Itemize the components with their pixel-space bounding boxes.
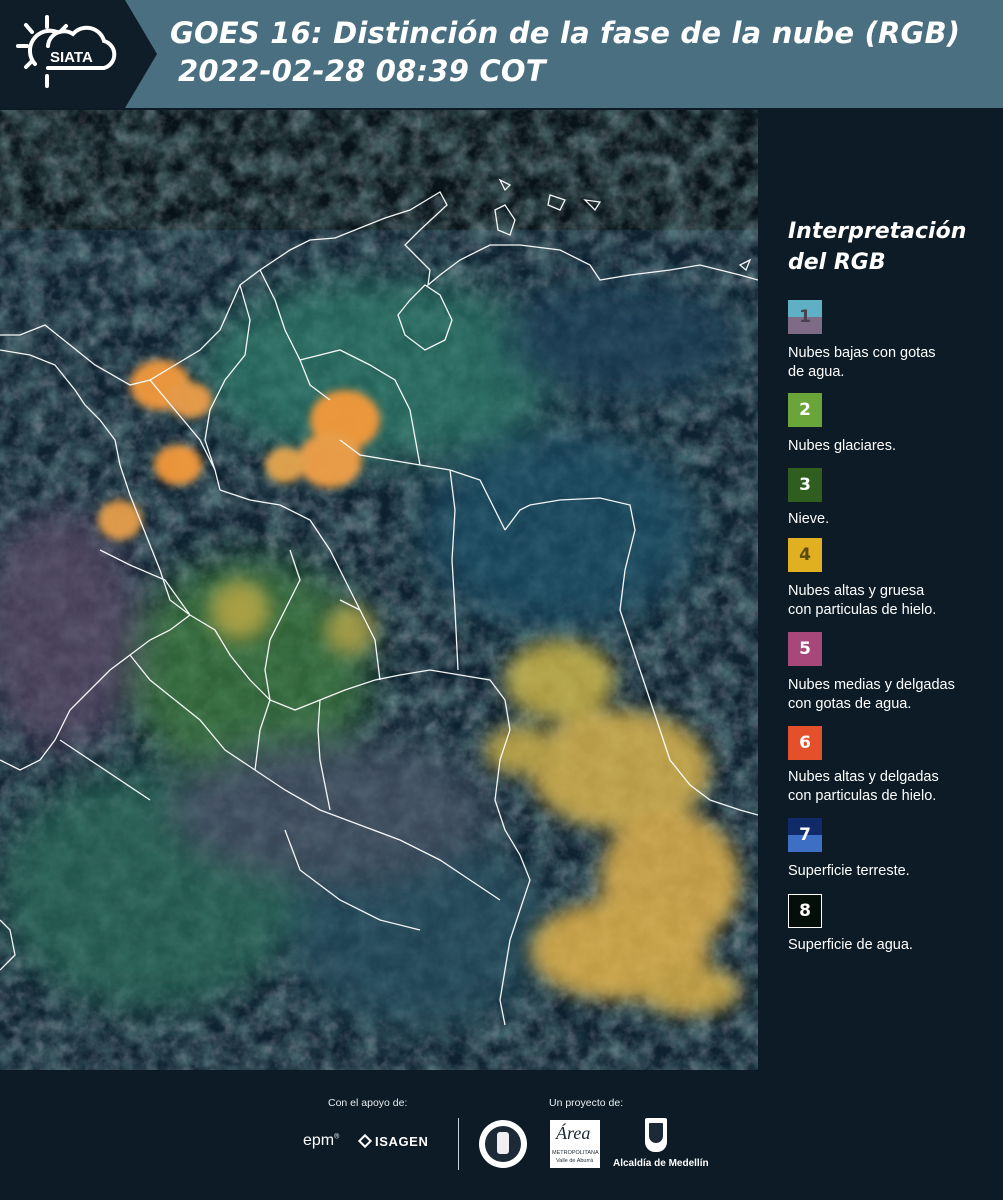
legend-swatch-8: 8 <box>788 894 822 928</box>
support-label: Con el apoyo de: <box>328 1097 408 1109</box>
legend-title: Interpretación del RGB <box>788 216 966 278</box>
legend-swatch-1: 1 <box>788 300 822 334</box>
title-line-1: GOES 16: Distinción de la fase de la nub… <box>170 16 961 50</box>
legend-label-2: Nubes glaciares. <box>788 438 896 454</box>
footer-divider <box>458 1118 459 1170</box>
legend-swatch-2: 2 <box>788 393 822 427</box>
isagen-logo: ISAGEN <box>357 1133 428 1149</box>
legend-label-1: Nubes bajas con gotas de agua. <box>788 345 936 380</box>
satellite-map <box>0 110 758 1070</box>
legend-label-5: Nubes medias y delgadas con gotas de agua… <box>788 677 955 712</box>
area-metropolitana-logo: Área METROPOLITANA Valle de Aburrá <box>550 1120 600 1168</box>
sun-cloud-icon: SIATA <box>16 15 117 88</box>
page-title: GOES 16: Distinción de la fase de la nub… <box>170 14 960 90</box>
legend-label-4: Nubes altas y gruesa con particulas de hi… <box>788 583 937 618</box>
legend-panel: Interpretación del RGB 1 Nubes bajas con… <box>760 110 1003 1070</box>
header-bar: SIATA GOES 16: Distinción de la fase de … <box>0 0 1003 108</box>
emblem-seal-icon <box>479 1120 527 1168</box>
epm-logo: epm® <box>303 1132 340 1149</box>
legend-swatch-4: 4 <box>788 538 822 572</box>
title-line-2: 2022-02-28 08:39 COT <box>178 54 546 88</box>
legend-title-line-2: del RGB <box>788 250 886 275</box>
siata-logo: SIATA <box>0 0 157 108</box>
legend-label-8: Superficie de agua. <box>788 937 913 953</box>
satellite-image <box>0 110 758 1070</box>
alcaldia-label: Alcaldía de Medellín <box>613 1158 709 1169</box>
alcaldia-shield-icon <box>645 1118 667 1152</box>
footer: Con el apoyo de: Un proyecto de: epm® IS… <box>0 1070 1003 1200</box>
legend-title-line-1: Interpretación <box>788 219 967 244</box>
legend-swatch-6: 6 <box>788 726 822 760</box>
legend-swatch-5: 5 <box>788 632 822 666</box>
legend-label-3: Nieve. <box>788 511 830 527</box>
isagen-mark-icon <box>357 1133 373 1149</box>
legend-swatch-3: 3 <box>788 468 822 502</box>
legend-label-7: Superficie terreste. <box>788 863 910 879</box>
siata-logo-text: SIATA <box>50 49 93 66</box>
legend-label-6: Nubes altas y delgadas con particulas de … <box>788 769 939 804</box>
legend-swatch-7: 7 <box>788 818 822 852</box>
project-label: Un proyecto de: <box>549 1097 624 1109</box>
